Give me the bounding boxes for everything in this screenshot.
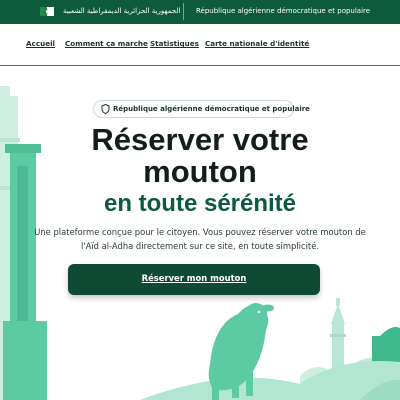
nav-link-accueil[interactable]: Accueil xyxy=(26,39,55,48)
government-badge: République algérienne démocratique et po… xyxy=(93,100,310,118)
hero-title-line3: en toute sérénité xyxy=(103,190,297,217)
algeria-flag-icon xyxy=(40,7,54,16)
shield-icon xyxy=(101,104,110,114)
reserve-sheep-button[interactable]: Réserver mon mouton xyxy=(68,264,320,295)
badge-label: République algérienne démocratique et po… xyxy=(113,105,310,113)
hero-section: République algérienne démocratique et po… xyxy=(0,66,400,400)
nav-link-comment-ca-marche[interactable]: Comment ça marche xyxy=(65,39,148,48)
nav-link-statistiques[interactable]: Statistiques xyxy=(150,39,199,48)
hero-description-line1: Une plateforme conçue pour le citoyen. V… xyxy=(34,227,366,237)
hill-illustration xyxy=(140,360,400,400)
government-name-arabic: الجمهورية الجزائرية الديمقراطية الشعبية xyxy=(63,7,181,15)
top-bar: الجمهورية الجزائرية الديمقراطية الشعبية … xyxy=(0,0,400,24)
reserve-sheep-button-label: Réserver mon mouton xyxy=(141,273,247,283)
main-nav: Accueil Comment ça marche Statistiques C… xyxy=(0,24,400,64)
government-name-french: République algérienne démocratique et po… xyxy=(196,7,371,15)
hero-description-line2: l'Aïd al-Adha directement sur ce site, e… xyxy=(80,241,320,251)
top-bar-divider xyxy=(183,3,184,20)
hero-title-line1: Réserver votre xyxy=(91,122,309,157)
nav-link-carte-identite[interactable]: Carte nationale d'identité xyxy=(205,39,309,48)
hero-title-line2: mouton xyxy=(143,154,257,189)
